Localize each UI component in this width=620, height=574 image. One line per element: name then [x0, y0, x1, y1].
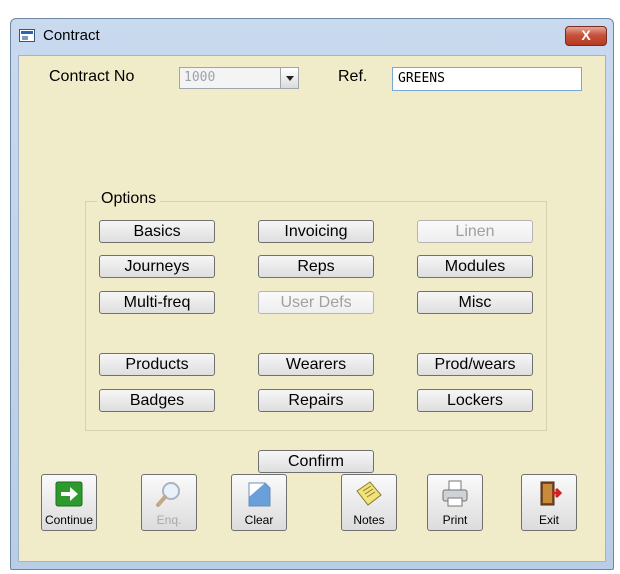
print-label: Print	[442, 513, 468, 527]
products-button[interactable]: Products	[99, 353, 215, 376]
journeys-button[interactable]: Journeys	[99, 255, 215, 278]
lockers-button[interactable]: Lockers	[417, 389, 533, 412]
title-bar[interactable]: Contract X	[11, 19, 613, 55]
linen-button[interactable]: Linen	[417, 220, 533, 243]
arrow-right-icon	[55, 481, 83, 507]
close-button[interactable]: X	[565, 26, 607, 46]
ref-label: Ref.	[338, 68, 368, 85]
reps-button[interactable]: Reps	[258, 255, 374, 278]
continue-button[interactable]: Continue	[41, 474, 97, 531]
printer-icon	[442, 480, 468, 507]
multi-freq-button[interactable]: Multi-freq	[99, 291, 215, 314]
exit-label: Exit	[538, 513, 559, 527]
door-exit-icon	[540, 481, 563, 506]
confirm-button[interactable]: Confirm	[258, 450, 374, 473]
misc-button[interactable]: Misc	[417, 291, 533, 314]
chevron-down-icon[interactable]	[280, 68, 298, 88]
ref-input[interactable]: GREENS	[392, 67, 582, 91]
modules-button[interactable]: Modules	[417, 255, 533, 278]
enq-label: Enq.	[156, 513, 182, 527]
print-button[interactable]: Print	[427, 474, 483, 531]
contract-no-label: Contract No	[49, 68, 135, 85]
clear-button[interactable]: Clear	[231, 474, 287, 531]
contract-window: Contract X Contract No 1000 Ref. GREENS …	[10, 18, 614, 570]
notes-button[interactable]: Notes	[341, 474, 397, 531]
window-icon	[19, 29, 35, 42]
clear-label: Clear	[244, 513, 274, 527]
badges-button[interactable]: Badges	[99, 389, 215, 412]
contract-no-value: 1000	[184, 70, 216, 85]
prod-wears-button[interactable]: Prod/wears	[417, 353, 533, 376]
window-title: Contract	[43, 27, 100, 44]
exit-button[interactable]: Exit	[521, 474, 577, 531]
invoicing-button[interactable]: Invoicing	[258, 220, 374, 243]
enq-button[interactable]: Enq.	[141, 474, 197, 531]
form-area: Contract No 1000 Ref. GREENS Options Bas…	[18, 55, 606, 562]
basics-button[interactable]: Basics	[99, 220, 215, 243]
repairs-button[interactable]: Repairs	[258, 389, 374, 412]
note-pad-icon	[356, 481, 382, 506]
notes-label: Notes	[353, 513, 385, 527]
continue-label: Continue	[44, 513, 94, 527]
magnifier-icon	[156, 482, 180, 507]
user-defs-button[interactable]: User Defs	[258, 291, 374, 314]
page-icon	[248, 482, 271, 507]
options-title: Options	[97, 190, 161, 208]
wearers-button[interactable]: Wearers	[258, 353, 374, 376]
contract-no-combo[interactable]: 1000	[179, 67, 299, 89]
